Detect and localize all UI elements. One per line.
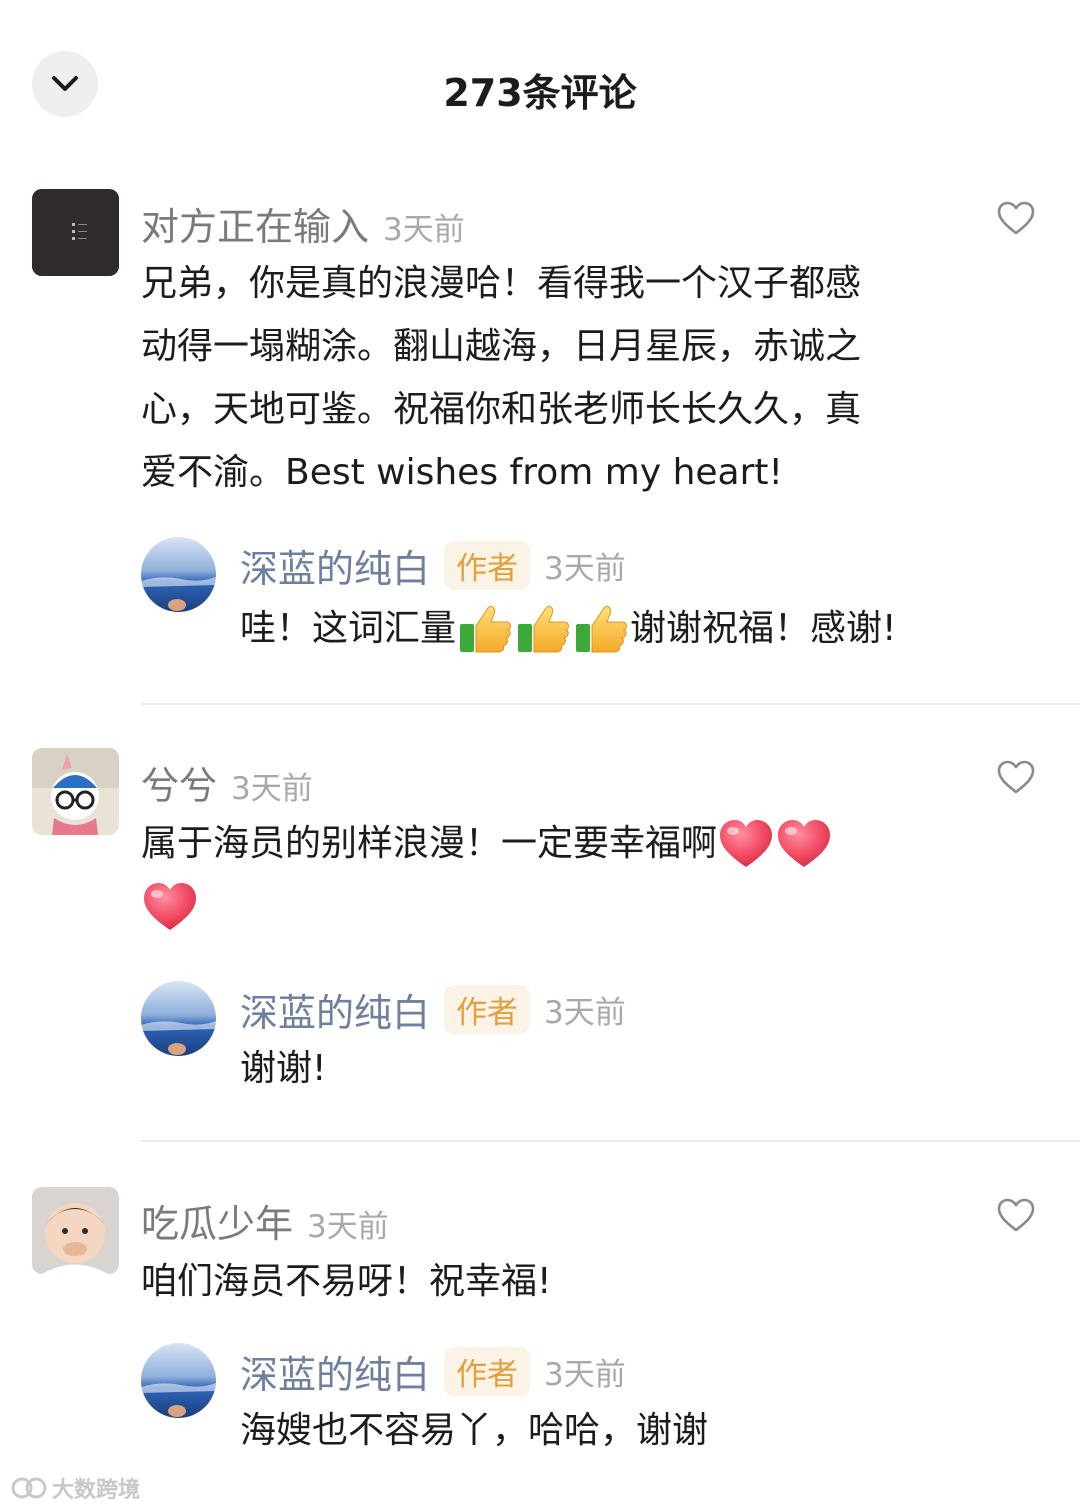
- comment-line: 动得一塌糊涂。翻山越海，日月星辰，赤诚之: [141, 326, 862, 367]
- thumbs-up-icon: [460, 605, 511, 653]
- like-heart-icon[interactable]: [996, 199, 1036, 239]
- reply-time: 3天前: [544, 1357, 626, 1393]
- comment-username[interactable]: 兮兮: [141, 755, 217, 810]
- reply-text: 谢谢!: [240, 1044, 326, 1094]
- comment-line: 属于海员的别样浪漫！一定要幸福啊: [141, 823, 718, 864]
- reply-time: 3天前: [544, 995, 626, 1031]
- watermark-logo-icon: [11, 1477, 47, 1499]
- comment-meta: 吃瓜少年 3天前: [141, 1193, 389, 1248]
- avatar[interactable]: [32, 189, 119, 276]
- comment-line: 心，天地可鉴。祝福你和张老师长长久久，真: [141, 389, 862, 430]
- comment-line: 兄弟，你是真的浪漫哈！看得我一个汉子都感: [141, 263, 862, 304]
- reply-text-part: 海嫂也不容易丫，哈哈，谢谢: [240, 1410, 709, 1451]
- comment-text: 咱们海员不易呀！祝幸福!: [141, 1250, 941, 1313]
- comment-username[interactable]: 吃瓜少年: [141, 1193, 293, 1248]
- red-heart-icon: [778, 819, 831, 867]
- author-badge: 作者: [444, 985, 531, 1034]
- comment-line: 爱不渝。Best wishes from my heart!: [141, 452, 783, 493]
- reply-text-part: 哇！这词汇量: [240, 608, 457, 649]
- comment-text: 兄弟，你是真的浪漫哈！看得我一个汉子都感 动得一塌糊涂。翻山越海，日月星辰，赤诚…: [141, 252, 941, 504]
- reply-time: 3天前: [544, 551, 626, 587]
- comment-username[interactable]: 对方正在输入: [141, 196, 369, 251]
- reply-username[interactable]: 深蓝的纯白: [240, 982, 430, 1037]
- avatar[interactable]: [32, 748, 119, 835]
- comments-header: 273条评论: [0, 0, 1080, 170]
- reply-meta: 深蓝的纯白 作者 3天前: [240, 538, 626, 593]
- comment-time: 3天前: [383, 212, 465, 248]
- author-badge: 作者: [444, 541, 531, 590]
- page-title: 273条评论: [443, 71, 637, 115]
- thumbs-up-icon: [518, 605, 569, 653]
- reply-text: 哇！这词汇量 谢谢祝福！感谢!: [240, 602, 896, 656]
- reply-username[interactable]: 深蓝的纯白: [240, 538, 430, 593]
- thumbs-up-icon: [576, 605, 627, 653]
- reply-username[interactable]: 深蓝的纯白: [240, 1344, 430, 1399]
- watermark: 大数跨境: [10, 1472, 140, 1504]
- reply-text-part: 谢谢祝福！感谢!: [630, 608, 897, 649]
- comment-meta: 兮兮 3天前: [141, 755, 313, 810]
- reply-avatar[interactable]: [141, 981, 216, 1056]
- comment-meta: 对方正在输入 3天前: [141, 196, 465, 251]
- reply-avatar[interactable]: [141, 1343, 216, 1418]
- comment-time: 3天前: [231, 771, 313, 807]
- like-heart-icon[interactable]: [996, 758, 1036, 798]
- watermark-text: 大数跨境: [52, 1478, 141, 1503]
- reply-avatar[interactable]: [141, 537, 216, 612]
- avatar[interactable]: [32, 1187, 119, 1274]
- like-heart-icon[interactable]: [996, 1196, 1036, 1236]
- reply-meta: 深蓝的纯白 作者 3天前: [240, 982, 626, 1037]
- reply-text-part: 谢谢!: [240, 1048, 327, 1089]
- reply-text: 海嫂也不容易丫，哈哈，谢谢: [240, 1406, 708, 1456]
- red-heart-icon: [720, 819, 773, 867]
- divider: [141, 703, 1080, 705]
- divider: [141, 1140, 1080, 1142]
- author-badge: 作者: [444, 1347, 531, 1396]
- comment-time: 3天前: [307, 1209, 389, 1245]
- comment-line: 咱们海员不易呀！祝幸福!: [141, 1261, 552, 1302]
- red-heart-icon: [144, 882, 196, 930]
- comment-text: 属于海员的别样浪漫！一定要幸福啊: [141, 812, 961, 938]
- reply-meta: 深蓝的纯白 作者 3天前: [240, 1344, 626, 1399]
